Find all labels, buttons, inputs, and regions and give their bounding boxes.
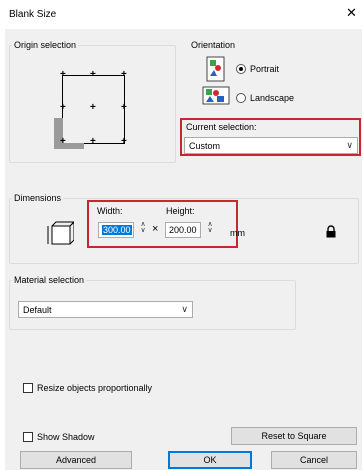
origin-shade-bottom: [54, 143, 84, 149]
window-title: Blank Size: [9, 9, 57, 20]
origin-point-bottom-right[interactable]: +: [121, 136, 127, 147]
width-input[interactable]: 300.00: [98, 222, 134, 238]
material-selection-legend: Material selection: [12, 275, 87, 285]
current-selection-value: Custom: [189, 141, 221, 151]
dimensions-box-icon: [46, 220, 76, 246]
resize-proportionally-label[interactable]: Resize objects proportionally: [37, 383, 152, 393]
portrait-label[interactable]: Portrait: [250, 64, 279, 74]
origin-point-bottom-left[interactable]: +: [60, 136, 66, 147]
lock-icon[interactable]: [325, 225, 337, 238]
dimensions-legend: Dimensions: [12, 193, 64, 203]
close-icon[interactable]: ✕: [346, 5, 357, 21]
spin-down-icon[interactable]: ∨: [205, 227, 215, 234]
unit-label: mm: [230, 228, 245, 238]
landscape-icon: [202, 84, 232, 106]
height-value: 200.00: [169, 225, 197, 235]
portrait-radio[interactable]: [236, 64, 246, 74]
times-symbol: ×: [152, 223, 159, 235]
chevron-down-icon: ∨: [346, 140, 353, 150]
origin-point-top-center[interactable]: +: [90, 69, 96, 80]
portrait-icon: [204, 56, 228, 82]
advanced-button[interactable]: Advanced: [20, 451, 132, 469]
landscape-label[interactable]: Landscape: [250, 93, 294, 103]
width-label: Width:: [97, 206, 123, 216]
orientation-legend: Orientation: [189, 40, 238, 50]
material-value: Default: [23, 305, 52, 315]
landscape-radio[interactable]: [236, 93, 246, 103]
origin-selection-legend: Origin selection: [12, 40, 79, 50]
show-shadow-label[interactable]: Show Shadow: [37, 432, 95, 442]
height-label: Height:: [166, 206, 195, 216]
origin-point-center[interactable]: +: [90, 102, 96, 113]
origin-point-middle-right[interactable]: +: [121, 102, 127, 113]
material-dropdown[interactable]: Default ∨: [18, 301, 193, 318]
spin-down-icon[interactable]: ∨: [138, 227, 148, 234]
height-input[interactable]: 200.00: [165, 222, 201, 238]
reset-to-square-button[interactable]: Reset to Square: [231, 427, 357, 445]
origin-point-top-left[interactable]: +: [60, 69, 66, 80]
ok-button[interactable]: OK: [168, 451, 252, 469]
origin-point-middle-left[interactable]: +: [60, 102, 66, 113]
width-spinner[interactable]: ∧ ∨: [138, 221, 148, 234]
show-shadow-checkbox[interactable]: [23, 432, 33, 442]
resize-proportionally-checkbox[interactable]: [23, 383, 33, 393]
width-value: 300.00: [102, 225, 132, 235]
origin-point-bottom-center[interactable]: +: [90, 136, 96, 147]
current-selection-label: Current selection:: [186, 122, 257, 132]
origin-diagram[interactable]: + + + + + + + + +: [52, 69, 134, 152]
height-spinner[interactable]: ∧ ∨: [205, 221, 215, 234]
current-selection-dropdown[interactable]: Custom ∨: [184, 137, 358, 154]
cancel-button[interactable]: Cancel: [271, 451, 357, 469]
chevron-down-icon: ∨: [181, 304, 188, 314]
origin-point-top-right[interactable]: +: [121, 69, 127, 80]
